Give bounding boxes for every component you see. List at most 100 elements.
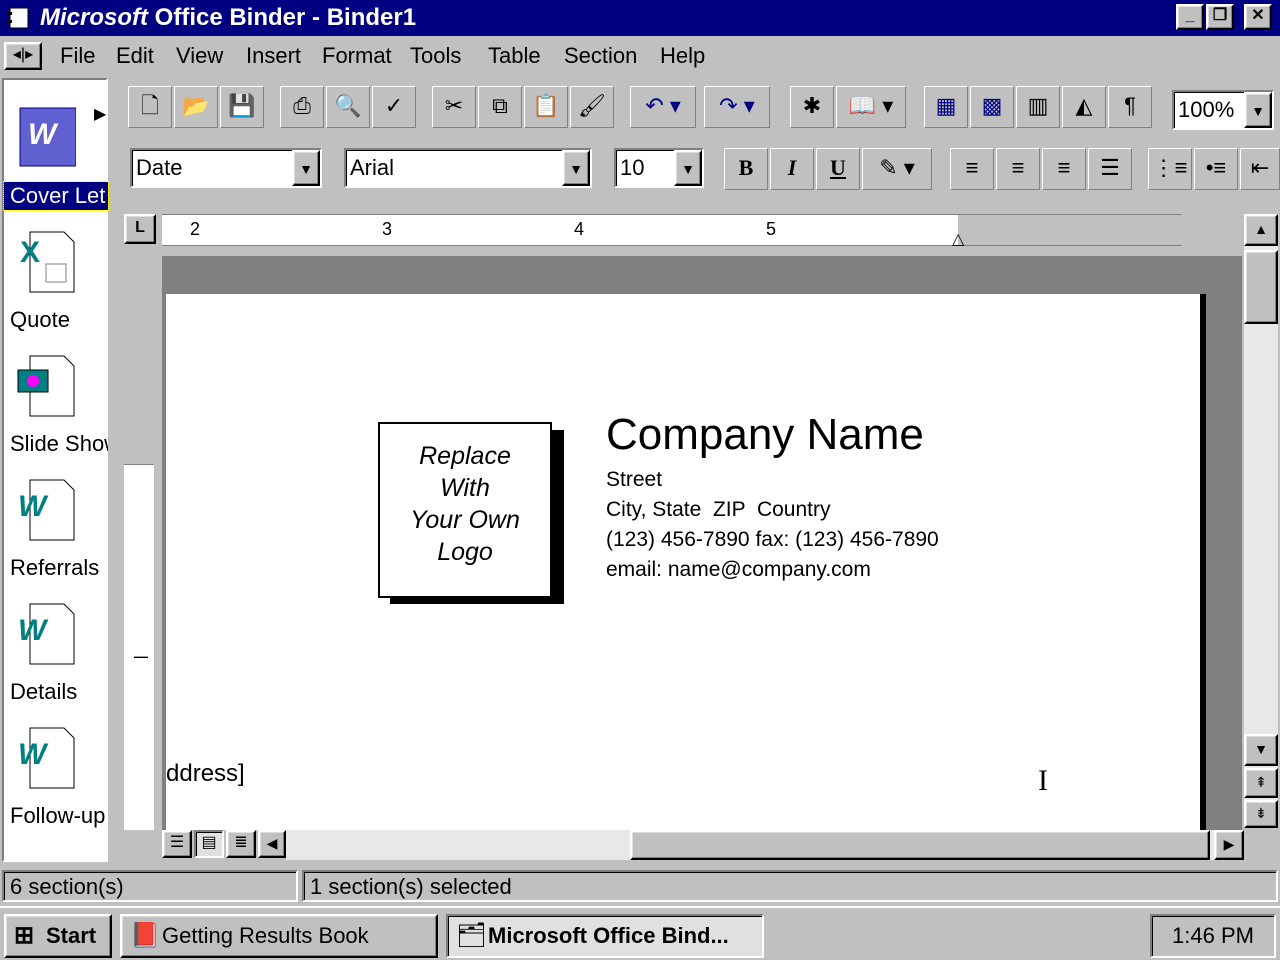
numbering-button[interactable]: ⋮≡ bbox=[1148, 148, 1192, 190]
paste-button[interactable]: 📋 bbox=[524, 86, 568, 128]
highlight-button[interactable]: ✎ ▾ bbox=[862, 148, 932, 190]
undo-button[interactable]: ↶ ▾ bbox=[630, 86, 696, 128]
drawing-button[interactable]: ◭ bbox=[1062, 86, 1106, 128]
web-toolbar-button[interactable]: 📖 ▾ bbox=[836, 86, 906, 128]
address-field-fragment[interactable]: ddress] bbox=[166, 760, 245, 788]
align-right-button[interactable]: ≡ bbox=[1042, 148, 1086, 190]
section-item-details[interactable]: W Details bbox=[4, 588, 108, 712]
previous-page-button[interactable]: ⇞ bbox=[1244, 768, 1278, 798]
minimize-button[interactable]: _ bbox=[1176, 4, 1204, 30]
binder-icon: 🗂 bbox=[456, 922, 487, 949]
chevron-down-icon[interactable]: ▼ bbox=[562, 150, 590, 186]
ruler-number: 2 bbox=[190, 219, 201, 239]
section-item-cover-letter[interactable]: W Cover Let bbox=[3, 90, 109, 214]
section-item-referrals[interactable]: W Referrals bbox=[4, 464, 108, 588]
taskbar-button-getting-results[interactable]: 📕 Getting Results Book bbox=[120, 914, 438, 958]
scroll-left-button[interactable]: ◀ bbox=[258, 830, 286, 858]
section-pane: ▶ W Cover Let X Quote Slide Show W Refer… bbox=[2, 78, 109, 862]
copy-button[interactable]: ⧉ bbox=[478, 86, 522, 128]
chevron-down-icon[interactable]: ▼ bbox=[1244, 92, 1272, 128]
spelling-check-icon: ✓ bbox=[384, 93, 404, 118]
taskbar-button-office-binder[interactable]: 🗂 Microsoft Office Bind... bbox=[446, 914, 764, 958]
company-email-line: email: name@company.com bbox=[606, 558, 871, 581]
underline-button[interactable]: U bbox=[816, 148, 860, 190]
menu-edit[interactable]: Edit bbox=[116, 42, 154, 70]
menu-help[interactable]: Help bbox=[660, 42, 705, 70]
decrease-indent-button[interactable]: ⇤ bbox=[1240, 148, 1280, 190]
section-item-quote[interactable]: X Quote bbox=[4, 216, 108, 340]
normal-view-button[interactable]: ☰ bbox=[162, 830, 192, 858]
font-size-combo[interactable]: 10 ▼ bbox=[614, 148, 704, 188]
section-item-follow-up[interactable]: W Follow-up bbox=[4, 712, 108, 836]
restore-button[interactable]: ❐ bbox=[1206, 4, 1234, 30]
company-street: Street bbox=[606, 468, 663, 491]
zoom-combo[interactable]: 100% ▼ bbox=[1172, 90, 1274, 130]
outline-view-icon: ≣ bbox=[234, 834, 248, 851]
section-item-slide-show[interactable]: Slide Show bbox=[4, 340, 108, 464]
title-bar[interactable]: Microsoft Office Binder - Binder1 _ ❐ ✕ bbox=[0, 0, 1280, 36]
scroll-up-button[interactable]: ▲ bbox=[1244, 214, 1278, 246]
page-layout-view-button[interactable]: ▤ bbox=[194, 830, 224, 858]
menu-tools[interactable]: Tools bbox=[410, 42, 461, 70]
system-clock[interactable]: 1:46 PM bbox=[1150, 914, 1276, 958]
menu-view[interactable]: View bbox=[176, 42, 223, 70]
chevron-down-icon[interactable]: ▼ bbox=[292, 150, 320, 186]
vertical-scrollbar[interactable]: ▲ ▼ ⇞ ⇟ bbox=[1244, 214, 1278, 828]
horizontal-ruler[interactable]: 2 3 4 5 7 △ bbox=[162, 214, 1186, 249]
restore-icon: ❐ bbox=[1212, 7, 1228, 24]
insert-worksheet-button[interactable]: ▩ bbox=[970, 86, 1014, 128]
bold-button[interactable]: B bbox=[724, 148, 768, 190]
next-page-button[interactable]: ⇟ bbox=[1244, 800, 1278, 828]
horizontal-scrollbar[interactable]: ▶ bbox=[286, 830, 1244, 860]
vertical-ruler[interactable]: — bbox=[124, 256, 154, 830]
align-center-button[interactable]: ≡ bbox=[996, 148, 1040, 190]
binder-system-menu-button[interactable]: ◂|▸ bbox=[4, 42, 42, 70]
align-left-button[interactable]: ≡ bbox=[950, 148, 994, 190]
bullets-button[interactable]: •≡ bbox=[1194, 148, 1238, 190]
section-label: Referrals bbox=[10, 555, 100, 580]
menu-section[interactable]: Section bbox=[564, 42, 637, 70]
print-preview-button[interactable]: 🔍 bbox=[326, 86, 370, 128]
save-button[interactable]: 💾 bbox=[220, 86, 264, 128]
logo-line: Replace bbox=[419, 442, 511, 470]
binder-app-icon[interactable] bbox=[6, 6, 34, 30]
spelling-button[interactable]: ✓ bbox=[372, 86, 416, 128]
outline-view-button[interactable]: ≣ bbox=[226, 830, 256, 858]
menu-insert[interactable]: Insert bbox=[246, 42, 301, 70]
menu-format[interactable]: Format bbox=[322, 42, 392, 70]
new-button[interactable]: 🗋 bbox=[128, 86, 172, 128]
scroll-right-button[interactable]: ▶ bbox=[1214, 830, 1244, 860]
show-hide-button[interactable]: ¶ bbox=[1108, 86, 1152, 128]
double-down-icon: ⇟ bbox=[1255, 805, 1267, 821]
right-indent-marker-icon[interactable]: △ bbox=[952, 229, 964, 249]
window-title: Microsoft Office Binder - Binder1 bbox=[40, 2, 416, 34]
format-painter-button[interactable]: 🖌 bbox=[570, 86, 614, 128]
style-combo[interactable]: Date ▼ bbox=[130, 148, 322, 188]
tab-selector-button[interactable]: L bbox=[124, 214, 156, 244]
redo-button[interactable]: ↷ ▾ bbox=[704, 86, 770, 128]
menu-file[interactable]: File bbox=[60, 42, 95, 70]
align-left-icon: ≡ bbox=[965, 155, 979, 180]
justify-button[interactable]: ☰ bbox=[1088, 148, 1132, 190]
close-button[interactable]: ✕ bbox=[1244, 4, 1272, 30]
print-button[interactable]: ⎙ bbox=[280, 86, 324, 128]
open-button[interactable]: 📂 bbox=[174, 86, 218, 128]
horizontal-scroll-thumb[interactable] bbox=[630, 830, 1210, 860]
vertical-scroll-thumb[interactable] bbox=[1244, 250, 1278, 324]
insert-table-button[interactable]: ▦ bbox=[924, 86, 968, 128]
insert-address-button[interactable]: ✱ bbox=[790, 86, 834, 128]
document-page[interactable]: Replace With Your Own Logo Company Name … bbox=[166, 294, 1206, 834]
company-phone-line: (123) 456-7890 fax: (123) 456-7890 bbox=[606, 528, 939, 551]
ruler-margin-shade bbox=[958, 215, 1186, 245]
scroll-down-button[interactable]: ▼ bbox=[1244, 734, 1278, 766]
font-combo[interactable]: Arial ▼ bbox=[344, 148, 592, 188]
arrow-left-icon: ◀ bbox=[266, 835, 278, 851]
logo-placeholder[interactable]: Replace With Your Own Logo bbox=[378, 422, 552, 598]
chevron-down-icon[interactable]: ▼ bbox=[674, 150, 702, 186]
menu-table[interactable]: Table bbox=[488, 42, 541, 70]
italic-button[interactable]: I bbox=[770, 148, 814, 190]
start-button[interactable]: ⊞ Start bbox=[4, 914, 112, 958]
cut-button[interactable]: ✂ bbox=[432, 86, 476, 128]
columns-button[interactable]: ▥ bbox=[1016, 86, 1060, 128]
svg-text:W: W bbox=[18, 738, 49, 771]
